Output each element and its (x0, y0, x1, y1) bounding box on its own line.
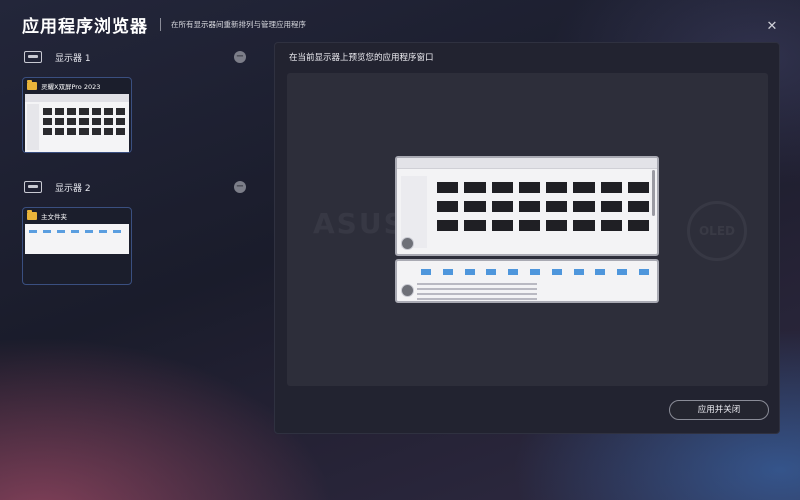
drag-handle-icon (401, 284, 414, 297)
apply-and-close-button[interactable]: 应用并关闭 (669, 400, 769, 420)
window-card-monitor-2[interactable]: 主文件夹 (22, 207, 132, 285)
app-subtitle: 在所有显示器间重新排列与管理应用程序 (171, 19, 306, 29)
window-card-label: 灵耀X双屏Pro 2023 (41, 83, 101, 91)
monitor-2-header: 显示器 2 − (24, 177, 246, 197)
title-bar: 应用程序浏览器 在所有显示器间重新排列与管理应用程序 (22, 12, 306, 37)
monitor-2-collapse-button[interactable]: − (234, 181, 246, 193)
monitor-2-label: 显示器 2 (55, 183, 91, 194)
window-card-label: 主文件夹 (41, 213, 67, 221)
folder-icon (27, 210, 37, 220)
oled-watermark: OLED (687, 201, 747, 261)
preview-area: ASUS OLED (287, 73, 768, 386)
brand-watermark: ASUS (313, 207, 406, 240)
folder-icon (27, 80, 37, 90)
monitor-1-header: 显示器 1 − (24, 47, 246, 67)
scrollbar (652, 170, 655, 216)
window-thumbnail (25, 224, 129, 254)
preview-panel: 在当前显示器上预览您的应用程序窗口 ASUS OLED 应用并关闭 (274, 42, 780, 434)
window-card-monitor-1[interactable]: 灵耀X双屏Pro 2023 (22, 77, 132, 153)
monitor-icon (24, 181, 42, 193)
preview-monitor-2[interactable] (395, 259, 659, 303)
monitor-1-label: 显示器 1 (55, 53, 91, 64)
preview-monitor-1[interactable] (395, 156, 659, 256)
preview-panel-title: 在当前显示器上预览您的应用程序窗口 (289, 53, 434, 63)
monitor-1-collapse-button[interactable]: − (234, 51, 246, 63)
window-thumbnail (25, 94, 129, 152)
window-card-header: 灵耀X双屏Pro 2023 (23, 78, 131, 94)
laptop-icon (24, 51, 42, 63)
window-card-header: 主文件夹 (23, 208, 131, 224)
app-title: 应用程序浏览器 (22, 16, 148, 37)
drag-handle-icon (401, 237, 414, 250)
title-divider (160, 17, 161, 31)
close-button[interactable]: ✕ (764, 19, 780, 35)
